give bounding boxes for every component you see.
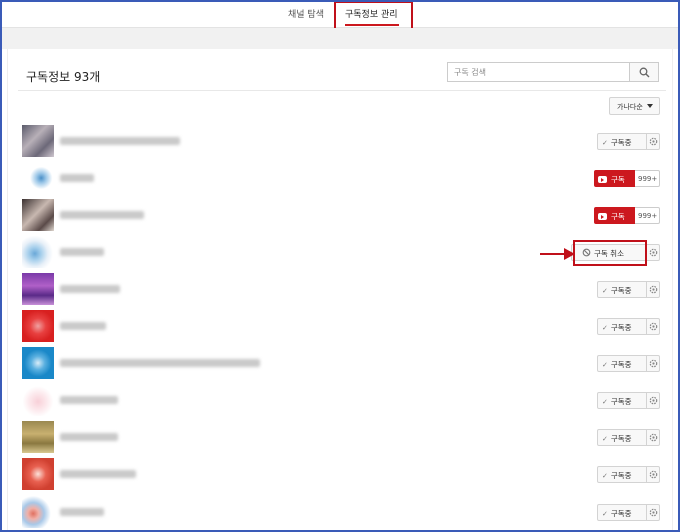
subscribed-button[interactable]: ✓ 구독중 xyxy=(597,466,660,483)
channel-name[interactable] xyxy=(60,433,118,441)
channel-avatar[interactable] xyxy=(22,162,54,194)
gear-icon xyxy=(649,433,658,442)
subscribed-button[interactable]: ✓ 구독중 xyxy=(597,355,660,372)
subscribed-button[interactable]: ✓ 구독중 xyxy=(597,281,660,298)
channel-avatar[interactable] xyxy=(22,125,54,157)
check-icon: ✓ xyxy=(602,510,608,518)
channel-name[interactable] xyxy=(60,211,144,219)
list-item: ✓ 구독중 xyxy=(22,421,662,455)
subscribed-button[interactable]: ✓ 구독중 xyxy=(597,429,660,446)
channel-name[interactable] xyxy=(60,174,94,182)
gear-icon xyxy=(649,322,658,331)
list-item: ✓ 구독중 xyxy=(22,310,662,344)
channel-avatar[interactable] xyxy=(22,310,54,342)
page-title: 구독정보 93개 xyxy=(26,70,101,84)
sort-label: 가나다순 xyxy=(617,103,643,111)
check-icon: ✓ xyxy=(602,472,608,480)
channel-name[interactable] xyxy=(60,322,106,330)
channel-name[interactable] xyxy=(60,396,118,404)
subscribed-button[interactable]: ✓ 구독중 xyxy=(597,392,660,409)
search-input[interactable] xyxy=(447,62,630,82)
tab-subscription-manage[interactable]: 구독정보 관리 xyxy=(345,7,398,20)
channel-name[interactable] xyxy=(60,470,136,478)
settings-button[interactable] xyxy=(646,319,659,334)
list-item: ✓ 구독중 xyxy=(22,496,662,530)
check-icon: ✓ xyxy=(602,324,608,332)
settings-button[interactable] xyxy=(646,356,659,371)
settings-button[interactable] xyxy=(646,467,659,482)
channel-name[interactable] xyxy=(60,359,260,367)
subscribed-button[interactable]: ✓ 구독중 xyxy=(597,318,660,335)
channel-avatar[interactable] xyxy=(22,236,54,268)
settings-button[interactable] xyxy=(646,393,659,408)
gear-icon xyxy=(649,248,658,257)
unsubscribe-icon xyxy=(582,248,591,257)
top-nav: 채널 탐색 구독정보 관리 xyxy=(2,2,678,28)
channel-avatar[interactable] xyxy=(22,347,54,379)
channel-avatar[interactable] xyxy=(22,273,54,305)
youtube-play-icon xyxy=(598,176,607,183)
settings-button[interactable] xyxy=(646,430,659,445)
unsubscribe-button[interactable]: 구독 취소 xyxy=(571,244,660,261)
settings-button[interactable] xyxy=(646,245,659,260)
list-item: ✓ 구독중 xyxy=(22,273,662,307)
channel-name[interactable] xyxy=(60,508,104,516)
list-item: ✓ 구독중 xyxy=(22,458,662,492)
gear-icon xyxy=(649,508,658,517)
active-tab-underline xyxy=(345,24,399,26)
caret-down-icon xyxy=(647,104,653,108)
channel-avatar[interactable] xyxy=(22,421,54,453)
check-icon: ✓ xyxy=(602,435,608,443)
arrow-right-icon xyxy=(540,248,575,260)
check-icon: ✓ xyxy=(602,398,608,406)
settings-button[interactable] xyxy=(646,134,659,149)
gear-icon xyxy=(649,396,658,405)
tab-channel-discover[interactable]: 채널 탐색 xyxy=(288,7,324,20)
subscribe-button[interactable]: 구독 999+ xyxy=(594,207,660,224)
settings-button[interactable] xyxy=(646,282,659,297)
channel-avatar[interactable] xyxy=(22,199,54,231)
sort-dropdown[interactable]: 가나다순 xyxy=(609,97,660,115)
search-icon xyxy=(639,67,650,78)
subscriber-count: 999+ xyxy=(635,207,660,224)
list-item: ✓ 구독중 xyxy=(22,347,662,381)
gear-icon xyxy=(649,285,658,294)
channel-avatar[interactable] xyxy=(22,384,54,416)
channel-name[interactable] xyxy=(60,285,120,293)
header-divider xyxy=(18,90,666,91)
gear-icon xyxy=(649,359,658,368)
subscriber-count: 999+ xyxy=(635,170,660,187)
subscribe-button[interactable]: 구독 999+ xyxy=(594,170,660,187)
check-icon: ✓ xyxy=(602,139,608,147)
subscribed-button[interactable]: ✓ 구독중 xyxy=(597,133,660,150)
search-button[interactable] xyxy=(629,62,659,82)
channel-name[interactable] xyxy=(60,248,104,256)
channel-avatar[interactable] xyxy=(22,496,54,528)
check-icon: ✓ xyxy=(602,287,608,295)
channel-name[interactable] xyxy=(60,137,180,145)
settings-button[interactable] xyxy=(646,505,659,520)
check-icon: ✓ xyxy=(602,361,608,369)
subscribed-button[interactable]: ✓ 구독중 xyxy=(597,504,660,521)
list-item: 구독 999+ xyxy=(22,162,662,196)
channel-avatar[interactable] xyxy=(22,458,54,490)
list-item: ✓ 구독중 xyxy=(22,384,662,418)
gear-icon xyxy=(649,470,658,479)
youtube-play-icon xyxy=(598,213,607,220)
list-item: 구독 999+ xyxy=(22,199,662,233)
list-item: ✓ 구독중 xyxy=(22,125,662,159)
gear-icon xyxy=(649,137,658,146)
top-grey-bar xyxy=(2,28,678,49)
